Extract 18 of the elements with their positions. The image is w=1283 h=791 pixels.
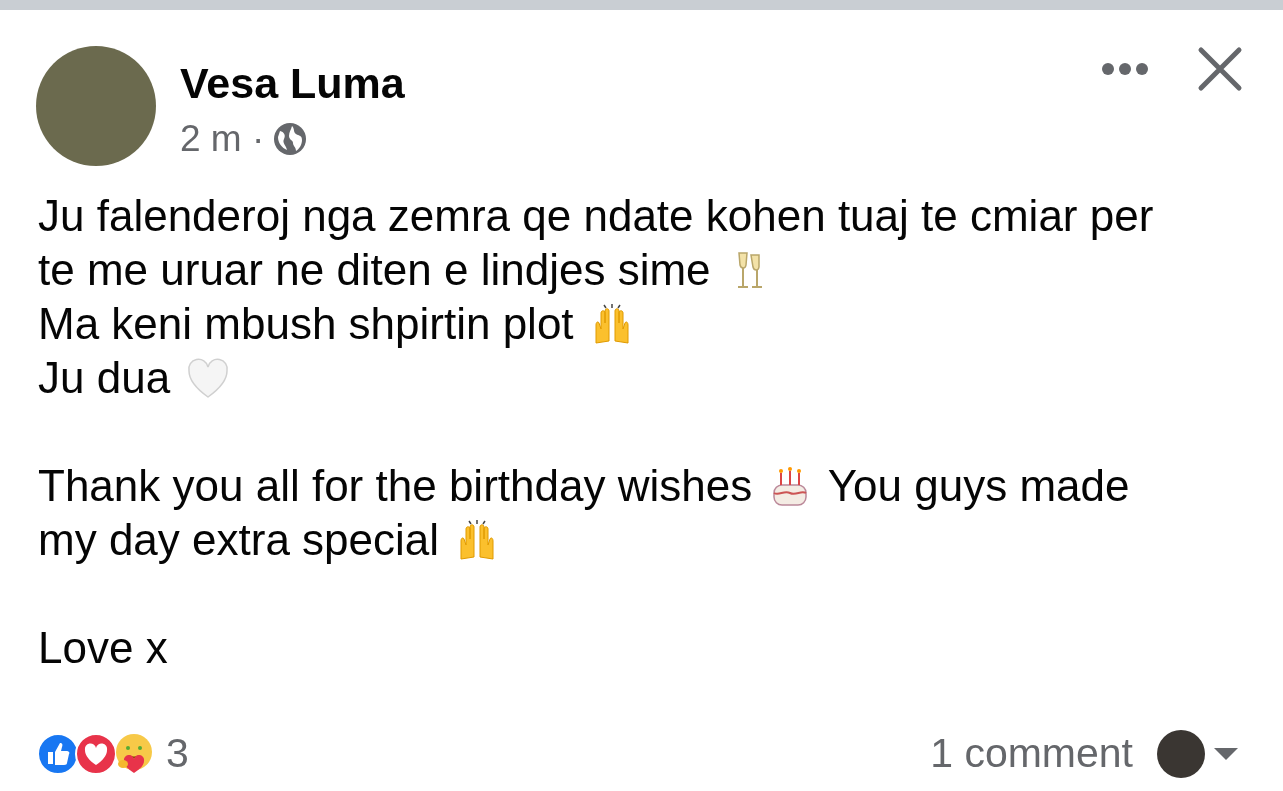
- caret-icon[interactable]: [1213, 746, 1239, 761]
- post-text: my day extra special: [38, 514, 440, 564]
- close-icon[interactable]: [1197, 46, 1243, 92]
- post-text: You guys made: [827, 460, 1130, 510]
- heart-icon: [186, 356, 231, 401]
- post-text: te me uruar ne diten e lindjes sime: [38, 244, 711, 294]
- reaction-count[interactable]: 3: [166, 722, 189, 785]
- post-text: Love x: [38, 622, 168, 672]
- post-text: Thank you all for the birthday wishes: [38, 460, 753, 510]
- post-text: Ju dua: [38, 352, 171, 402]
- post-text: Ma keni mbush shpirtin plot: [38, 298, 574, 348]
- commenter-avatar-placeholder: [1157, 729, 1205, 778]
- post-text: Ju falenderoj nga zemra qe ndate kohen tuaj te cmiar per: [38, 190, 1154, 240]
- post-time: 2 m ·: [180, 117, 265, 162]
- more-options-icon[interactable]: [1101, 62, 1149, 76]
- globe-icon: [272, 121, 309, 158]
- author-name[interactable]: Vesa Luma: [180, 60, 1101, 108]
- comment-count[interactable]: 1 comment: [930, 722, 1133, 785]
